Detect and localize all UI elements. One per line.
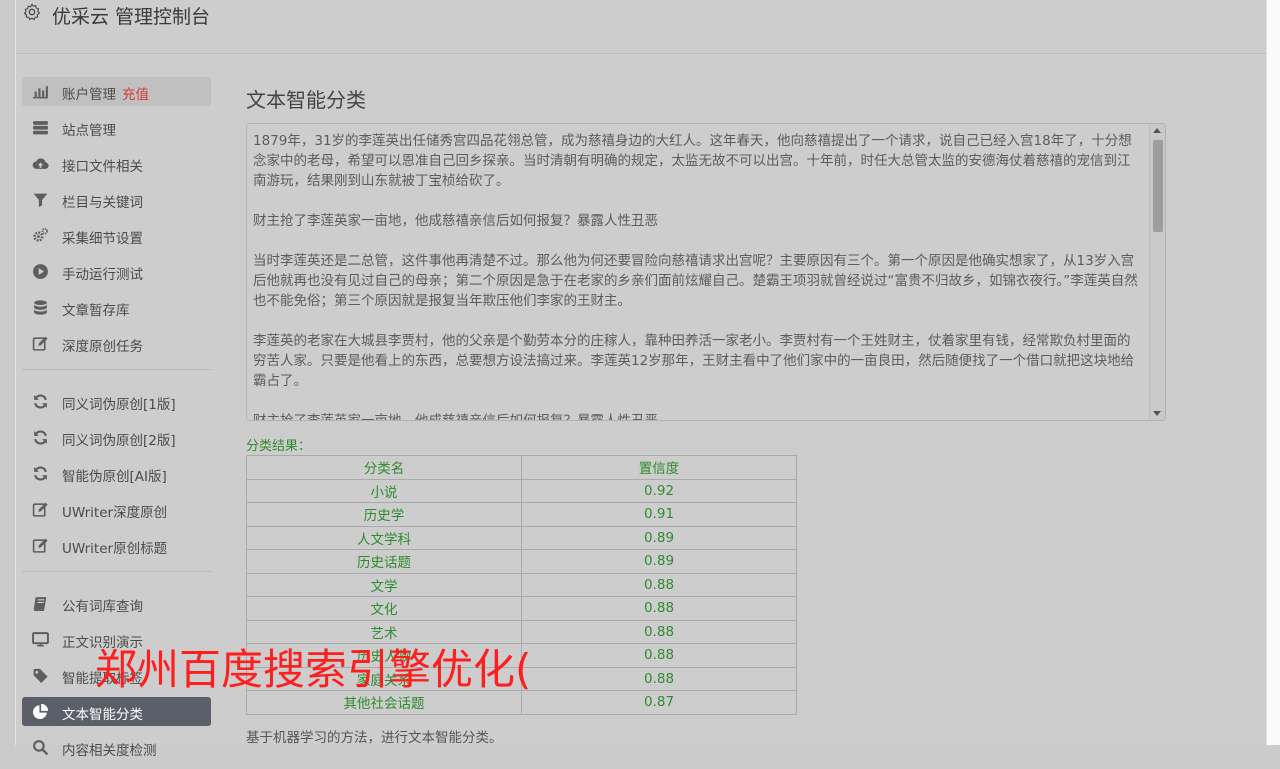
sidebar-item[interactable]: 深度原创任务 — [22, 329, 211, 358]
recharge-link[interactable]: 充值 — [122, 87, 149, 103]
sidebar-item[interactable]: 文本智能分类 — [22, 697, 211, 726]
sidebar-item-label: 智能伪原创[AI版] — [62, 469, 167, 485]
filter-icon — [32, 191, 49, 208]
edit-icon — [32, 501, 49, 518]
sidebar-divider — [22, 571, 211, 572]
sidebar-item[interactable]: 手动运行测试 — [22, 257, 211, 286]
sidebar-item[interactable]: 公有词库查询 — [22, 589, 211, 618]
text-input-area[interactable]: 1879年，31岁的李莲英出任储秀宫四品花翎总管，成为慈禧身边的大红人。这年春天… — [246, 123, 1166, 421]
sidebar-item-label: 栏目与关键词 — [62, 195, 143, 211]
text-paragraph: 当时李莲英还是二总管，这件事他再清楚不过。那么他为何还要冒险向慈禧请求出宫呢？主… — [253, 253, 1138, 309]
category-name-cell: 小说 — [246, 478, 522, 503]
sidebar-item-label: 接口文件相关 — [62, 159, 143, 175]
table-row: 小说 0.92 — [246, 478, 797, 503]
sidebar-item[interactable]: 智能伪原创[AI版] — [22, 459, 211, 488]
confidence-cell: 0.92 — [521, 478, 797, 503]
sidebar-item-label: 账户管理 充值 — [62, 87, 149, 103]
play-circle-icon — [32, 263, 49, 280]
category-name-cell: 文化 — [246, 596, 522, 621]
sidebar-item[interactable]: 账户管理 充值 — [22, 77, 211, 106]
app-title: 优采云 管理控制台 — [52, 6, 211, 28]
text-paragraph: 李莲英的老家在大城县李贾村，他的父亲是个勤劳本分的庄稼人，靠种田养活一家老小。李… — [253, 333, 1135, 389]
table-row: 人文学科 0.89 — [246, 525, 797, 550]
text-paragraph: 1879年，31岁的李莲英出任储秀宫四品花翎总管，成为慈禧身边的大红人。这年春天… — [253, 133, 1132, 189]
database-icon — [32, 299, 49, 316]
confidence-cell: 0.91 — [521, 502, 797, 527]
tag-icon — [32, 667, 49, 684]
sidebar-divider — [22, 369, 211, 370]
table-row: 文学 0.88 — [246, 572, 797, 597]
edit-icon — [32, 537, 49, 554]
watermark-text: 郑州百度搜索引擎优化( — [95, 645, 532, 694]
sidebar-item[interactable]: 文章暂存库 — [22, 293, 211, 322]
confidence-cell: 0.88 — [521, 596, 797, 621]
sidebar-item-label: 采集细节设置 — [62, 231, 143, 247]
sidebar-item-label: UWriter深度原创 — [62, 505, 168, 521]
textbox-scrollbar[interactable] — [1149, 124, 1165, 420]
sidebar-item-label: 文本智能分类 — [62, 707, 143, 723]
category-name-cell: 历史学 — [246, 502, 522, 527]
footnote: 基于机器学习的方法，进行文本智能分类。 — [246, 730, 503, 746]
text-paragraph: 财主抢了李莲英家一亩地，他成慈禧亲信后如何报复？暴露人性丑恶 — [253, 213, 658, 229]
sidebar-item[interactable]: 内容相关度检测 — [22, 733, 211, 762]
sidebar-item[interactable]: UWriter深度原创 — [22, 495, 211, 524]
server-icon — [32, 119, 49, 136]
column-header-confidence: 置信度 — [521, 455, 797, 480]
monitor-icon — [32, 631, 49, 648]
sidebar-item[interactable]: 同义词伪原创[1版] — [22, 387, 211, 416]
sidebar-item-label: 手动运行测试 — [62, 267, 143, 283]
sidebar-item-label: 站点管理 — [62, 123, 116, 139]
sidebar-item-label: UWriter原创标题 — [62, 541, 168, 557]
sidebar-item-label: 深度原创任务 — [62, 339, 143, 355]
sidebar-item-label: 同义词伪原创[1版] — [62, 397, 176, 413]
column-header-category: 分类名 — [246, 455, 522, 480]
sidebar-item[interactable]: 栏目与关键词 — [22, 185, 211, 214]
text-input-content[interactable]: 1879年，31岁的李莲英出任储秀宫四品花翎总管，成为慈禧身边的大红人。这年春天… — [253, 131, 1139, 421]
refresh-icon — [32, 429, 49, 446]
sidebar-item-label: 公有词库查询 — [62, 599, 143, 615]
app-frame: 优采云 管理控制台 账户管理 充值 站点管理接口文件相关 栏目与关键词 采集细节设置 手动… — [15, 0, 1269, 759]
book-icon — [32, 595, 49, 612]
refresh-icon — [32, 393, 49, 410]
result-label: 分类结果： — [246, 439, 312, 454]
scroll-up-arrow-icon[interactable] — [1153, 128, 1161, 133]
category-name-cell: 历史话题 — [246, 549, 522, 574]
text-paragraph: 财主抢了李莲英家一亩地，他成慈禧亲信后如何报复？暴露人性丑恶 — [253, 413, 658, 421]
cloud-upload-icon — [32, 155, 49, 172]
confidence-cell: 0.88 — [521, 572, 797, 597]
pie-chart-icon — [32, 703, 49, 720]
scrollbar-thumb[interactable] — [1153, 140, 1163, 232]
confidence-cell: 0.89 — [521, 549, 797, 574]
search-icon — [32, 739, 49, 756]
gear-icon — [23, 3, 40, 21]
bar-chart-icon — [32, 83, 49, 100]
page-title: 文本智能分类 — [246, 88, 366, 112]
sidebar-item-label: 内容相关度检测 — [62, 743, 157, 759]
edit-icon — [32, 335, 49, 352]
page-scrollbar[interactable] — [1266, 0, 1280, 745]
table-row: 历史学 0.91 — [246, 502, 797, 527]
sidebar-item-label: 同义词伪原创[2版] — [62, 433, 176, 449]
gears-icon — [32, 227, 49, 244]
confidence-cell: 0.88 — [521, 619, 797, 644]
confidence-cell: 0.87 — [521, 690, 797, 715]
scroll-down-arrow-icon[interactable] — [1153, 411, 1161, 416]
table-row: 文化 0.88 — [246, 596, 797, 621]
confidence-cell: 0.89 — [521, 525, 797, 550]
refresh-icon — [32, 465, 49, 482]
sidebar-item[interactable]: UWriter原创标题 — [22, 531, 211, 560]
sidebar-item-label: 文章暂存库 — [62, 303, 130, 319]
sidebar-item[interactable]: 站点管理 — [22, 113, 211, 142]
table-header-row: 分类名 置信度 — [246, 455, 797, 480]
sidebar-item[interactable]: 采集细节设置 — [22, 221, 211, 250]
sidebar-item[interactable]: 接口文件相关 — [22, 149, 211, 178]
sidebar-item[interactable]: 同义词伪原创[2版] — [22, 423, 211, 452]
header: 优采云 管理控制台 — [16, 0, 1268, 54]
table-row: 历史话题 0.89 — [246, 549, 797, 574]
confidence-cell: 0.88 — [521, 643, 797, 668]
category-name-cell: 文学 — [246, 572, 522, 597]
category-name-cell: 人文学科 — [246, 525, 522, 550]
confidence-cell: 0.88 — [521, 666, 797, 691]
